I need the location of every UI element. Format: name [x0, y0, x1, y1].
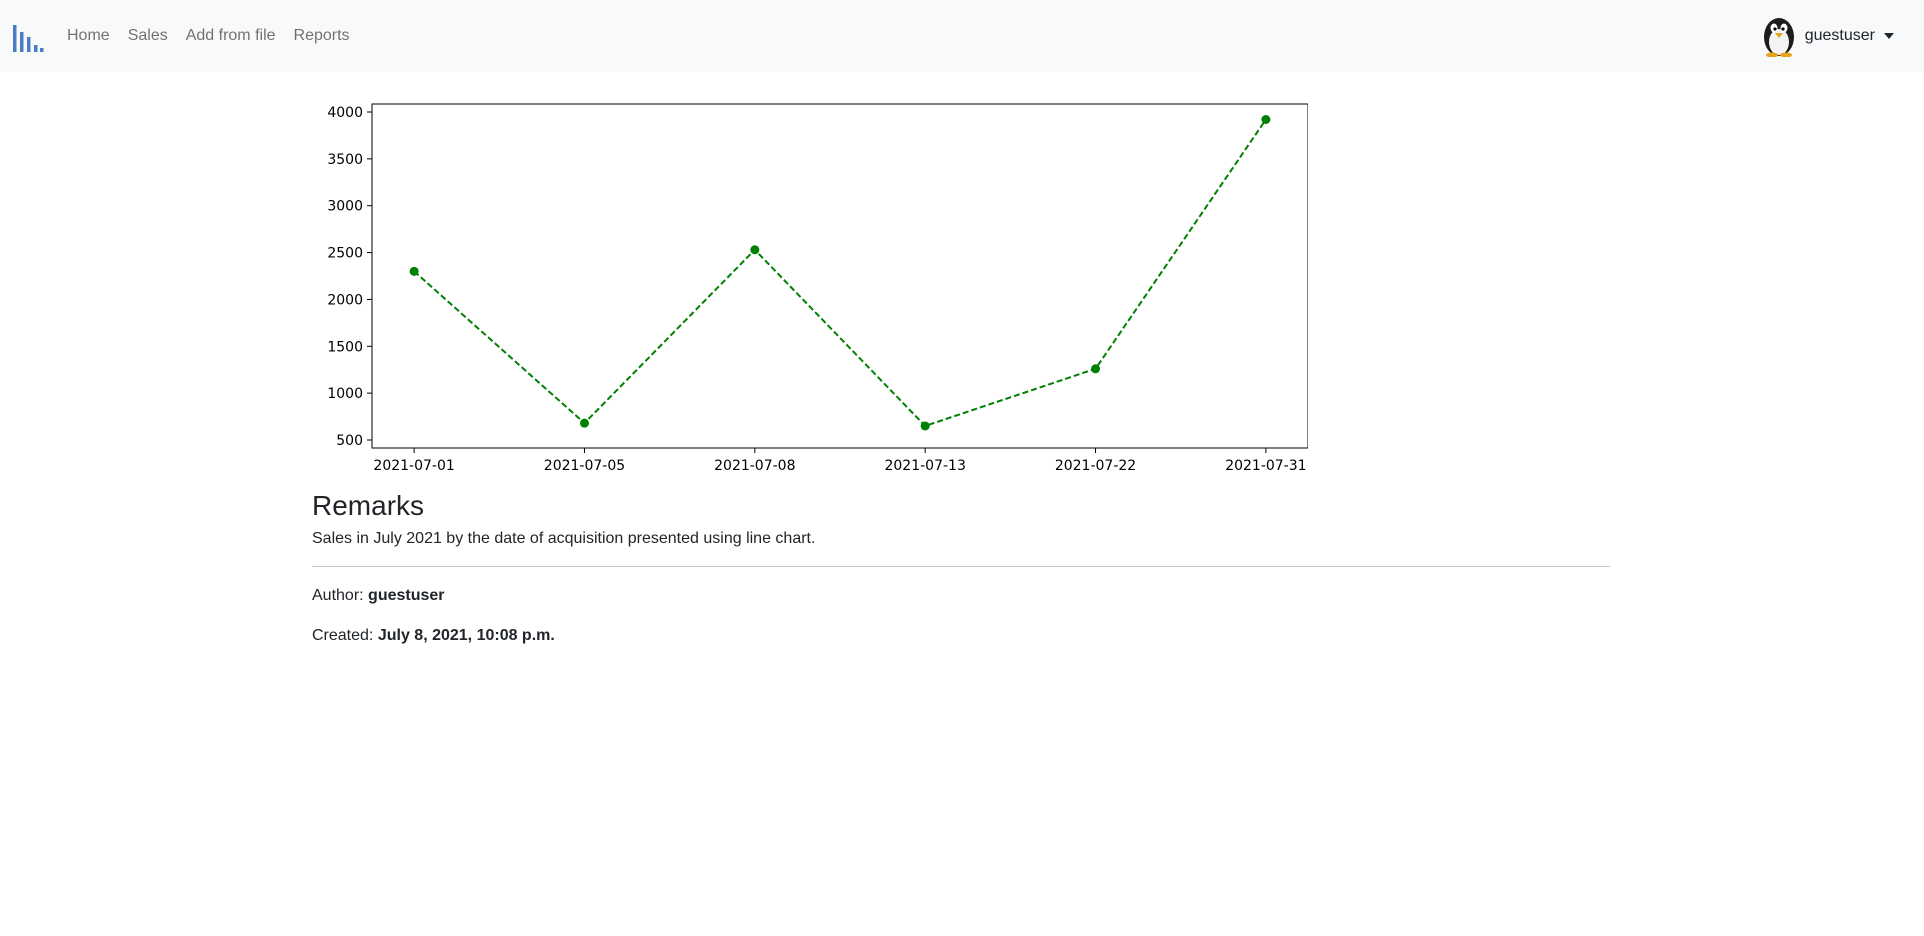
- created-line: Created: July 8, 2021, 10:08 p.m.: [312, 627, 1610, 645]
- y-tick-label: 500: [336, 433, 363, 449]
- data-point: [1091, 364, 1101, 374]
- remarks-heading: Remarks: [312, 490, 425, 521]
- nav-home[interactable]: Home: [58, 27, 119, 45]
- data-point: [750, 245, 760, 255]
- sales-line-chart: 500 1000 1500 2000 2500 3000 3500 4000 2021-07-0…: [327, 103, 1308, 474]
- penguin-avatar-icon: [1763, 18, 1794, 57]
- data-point: [409, 266, 419, 276]
- caret-down-icon: [1884, 33, 1894, 39]
- x-tick-label: 2021-07-01: [373, 458, 454, 474]
- bar-chart-logo-icon[interactable]: [12, 20, 45, 53]
- y-tick-label: 4000: [327, 105, 363, 121]
- data-point: [1261, 114, 1271, 124]
- remarks-text: Sales in July 2021 by the date of acquis…: [312, 530, 816, 547]
- author-line: Author: guestuser: [312, 587, 1610, 605]
- plot-frame: [371, 103, 1308, 449]
- user-menu[interactable]: guestuser: [1761, 14, 1894, 58]
- data-point: [579, 418, 589, 428]
- y-tick-label: 3000: [327, 199, 363, 215]
- y-tick-label: 2000: [327, 292, 363, 308]
- y-tick-label: 3500: [327, 152, 363, 168]
- x-tick-label: 2021-07-05: [544, 458, 625, 474]
- y-tick-label: 2500: [327, 246, 363, 262]
- y-tick-label: 1000: [327, 386, 363, 402]
- username-label: guestuser: [1804, 27, 1875, 44]
- x-tick-label: 2021-07-13: [884, 458, 965, 474]
- nav-sales[interactable]: Sales: [119, 27, 177, 45]
- nav-reports[interactable]: Reports: [285, 27, 359, 45]
- created-label: Created:: [312, 627, 374, 644]
- nav-add-from-file[interactable]: Add from file: [177, 27, 285, 45]
- divider: [312, 566, 1610, 567]
- data-point: [920, 421, 930, 431]
- series-line: [413, 118, 1267, 428]
- x-tick-label: 2021-07-08: [714, 458, 795, 474]
- top-navbar: Home Sales Add from file Reports guestus…: [0, 0, 1924, 72]
- x-tick-label: 2021-07-31: [1225, 458, 1306, 474]
- created-value: July 8, 2021, 10:08 p.m.: [377, 627, 555, 644]
- nav-links: Home Sales Add from file Reports: [58, 0, 359, 72]
- author-value: guestuser: [368, 587, 445, 604]
- x-tick-label: 2021-07-22: [1055, 458, 1136, 474]
- remarks-section: Remarks Sales in July 2021 by the date o…: [312, 486, 1610, 667]
- y-tick-label: 1500: [327, 339, 363, 355]
- author-label: Author:: [312, 587, 364, 604]
